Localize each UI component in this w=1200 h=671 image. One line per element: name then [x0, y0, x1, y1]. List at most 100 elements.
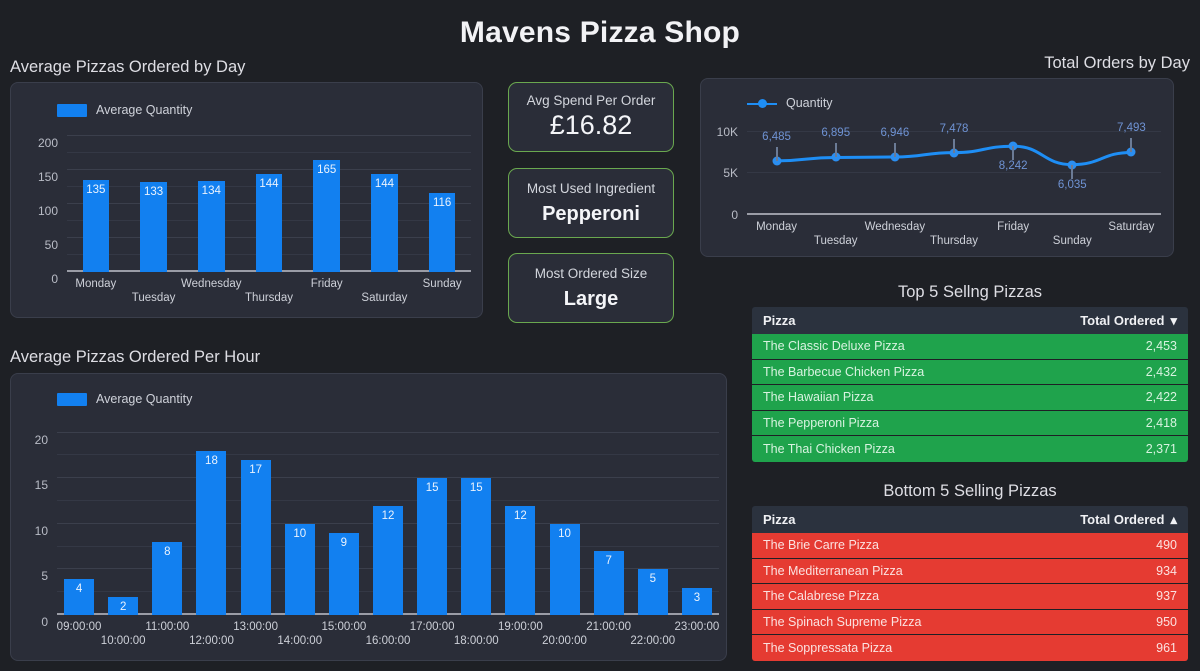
kpi-label: Avg Spend Per Order: [526, 93, 656, 108]
bar[interactable]: 18: [196, 450, 227, 615]
bar[interactable]: 15: [461, 478, 492, 615]
legend-swatch-icon: [57, 103, 87, 117]
chart-legend: Average Quantity: [57, 103, 192, 117]
table-row[interactable]: The Calabrese Pizza 937: [752, 584, 1188, 610]
cell-total-ordered: 937: [1156, 589, 1177, 604]
cell-total-ordered: 950: [1156, 614, 1177, 629]
top5-table-body: The Classic Deluxe Pizza 2,453 The Barbecu…: [752, 334, 1188, 462]
cell-total-ordered: 2,422: [1145, 390, 1177, 405]
x-axis-tick: 15:00:00: [321, 621, 367, 633]
table-row[interactable]: The Mediterranean Pizza 934: [752, 558, 1188, 584]
total-orders-chart-panel: Quantity 0 5K 10K 6,485 Monday 6,895 Tuesday 6,…: [700, 78, 1174, 257]
table-row[interactable]: The Hawaiian Pizza 2,422: [752, 385, 1188, 411]
x-axis-tick: 13:00:00: [233, 621, 278, 633]
bar-value-label: 12: [381, 509, 395, 522]
kpi-value: £16.82: [549, 110, 633, 140]
total-orders-plot-area: 0 5K 10K 6,485 Monday 6,895 Tuesday 6,946 Wednes…: [717, 119, 1161, 247]
data-point-label: 6,895: [821, 127, 851, 140]
x-axis-tick: 22:00:00: [630, 635, 676, 647]
legend-label: Quantity: [786, 96, 833, 110]
gridline: [67, 135, 471, 137]
page-title: Mavens Pizza Shop: [459, 16, 741, 49]
label-leader-line: [953, 138, 955, 153]
table-row[interactable]: The Barbecue Chicken Pizza 2,432: [752, 359, 1188, 385]
gridline: [57, 477, 719, 479]
cell-total-ordered: 2,453: [1145, 339, 1177, 354]
bar[interactable]: 12: [372, 505, 403, 615]
x-axis-tick: Friday: [997, 221, 1030, 233]
cell-pizza: The Spinach Supreme Pizza: [763, 614, 922, 629]
label-leader-line: [1130, 138, 1133, 153]
label-leader-line: [1071, 164, 1074, 179]
x-axis-tick: Monday: [756, 221, 798, 233]
table-row[interactable]: The Thai Chicken Pizza 2,371: [752, 436, 1188, 462]
bar[interactable]: 4: [64, 578, 95, 615]
data-point-label: 6,035: [1057, 178, 1087, 191]
label-leader-line: [775, 146, 778, 161]
gridline: [67, 152, 471, 154]
table-row[interactable]: The Brie Carre Pizza 490: [752, 533, 1188, 559]
x-axis-tick: Sunday: [1052, 235, 1092, 247]
bar[interactable]: 2: [108, 596, 139, 615]
bar-value-label: 116: [432, 197, 452, 210]
kpi-card-most-used-ingredient[interactable]: Most Used Ingredient Pepperoni: [508, 168, 674, 238]
x-axis-tick: 10:00:00: [100, 635, 146, 647]
label-leader-line: [893, 143, 896, 158]
bar-value-label: 3: [693, 591, 701, 604]
bar[interactable]: 9: [328, 532, 359, 615]
bar[interactable]: 135: [82, 180, 110, 272]
cell-pizza: The Brie Carre Pizza: [763, 538, 880, 553]
bar-value-label: 8: [164, 546, 171, 559]
data-point-label: 7,478: [939, 122, 969, 135]
cell-pizza: The Pepperoni Pizza: [763, 415, 880, 430]
bar[interactable]: 144: [371, 174, 398, 272]
bar[interactable]: 116: [428, 193, 456, 272]
bar-value-label: 4: [75, 582, 83, 595]
bar[interactable]: 15: [417, 478, 448, 615]
bar[interactable]: 144: [255, 174, 283, 272]
gridline: [67, 169, 471, 171]
bar[interactable]: 10: [549, 523, 580, 615]
table-header-row: Pizza Total Ordered ▾: [752, 307, 1188, 334]
x-axis-tick: 23:00:00: [674, 621, 720, 633]
column-header-pizza[interactable]: Pizza: [763, 313, 796, 328]
bar[interactable]: 17: [240, 460, 271, 615]
avg-by-day-plot-area: 0 50 100 150 200 135 Monday 133 Tuesday 134 Wednes…: [38, 126, 471, 304]
bar[interactable]: 133: [140, 181, 167, 272]
bar[interactable]: 5: [637, 569, 668, 615]
kpi-card-avg-spend[interactable]: Avg Spend Per Order £16.82: [508, 82, 674, 152]
legend-label: Average Quantity: [96, 103, 193, 117]
chart-legend: Average Quantity: [57, 392, 192, 406]
table-row[interactable]: The Soppressata Pizza 961: [752, 635, 1188, 661]
table-row[interactable]: The Pepperoni Pizza 2,418: [752, 410, 1188, 436]
bar[interactable]: 165: [313, 159, 340, 272]
column-header-pizza[interactable]: Pizza: [763, 512, 796, 527]
avg-by-day-chart-panel: Average Quantity 0 50 100 150 200 135 Monday 13…: [10, 82, 483, 318]
bar[interactable]: 134: [198, 181, 225, 272]
cell-total-ordered: 934: [1156, 563, 1177, 578]
cell-pizza: The Barbecue Chicken Pizza: [763, 364, 925, 379]
bar-value-label: 10: [293, 527, 307, 540]
kpi-card-most-ordered-size[interactable]: Most Ordered Size Large: [508, 253, 674, 323]
x-axis-tick: 17:00:00: [409, 621, 455, 633]
bar-value-label: 2: [119, 600, 127, 613]
table-row[interactable]: The Classic Deluxe Pizza 2,453: [752, 334, 1188, 360]
x-axis-tick: Sunday: [422, 278, 462, 290]
y-axis-tick: 0: [731, 208, 738, 222]
x-axis-tick: 14:00:00: [277, 635, 323, 647]
column-header-total-ordered[interactable]: Total Ordered ▴: [1080, 512, 1177, 527]
bar[interactable]: 7: [593, 551, 624, 615]
bar[interactable]: 12: [505, 505, 536, 615]
bar[interactable]: 10: [284, 523, 315, 615]
bar[interactable]: 3: [681, 587, 712, 615]
x-axis-tick: 12:00:00: [189, 635, 234, 647]
cell-pizza: The Classic Deluxe Pizza: [763, 339, 905, 354]
bar[interactable]: 8: [152, 542, 183, 615]
avg-per-hour-heading: Average Pizzas Ordered Per Hour: [10, 348, 261, 366]
table-row[interactable]: The Spinach Supreme Pizza 950: [752, 609, 1188, 635]
column-header-total-ordered[interactable]: Total Ordered ▾: [1080, 313, 1177, 328]
bar-value-label: 9: [340, 536, 348, 549]
bar-value-label: 12: [513, 509, 527, 522]
cell-total-ordered: 2,432: [1145, 364, 1177, 379]
x-axis-tick: 16:00:00: [365, 635, 411, 647]
